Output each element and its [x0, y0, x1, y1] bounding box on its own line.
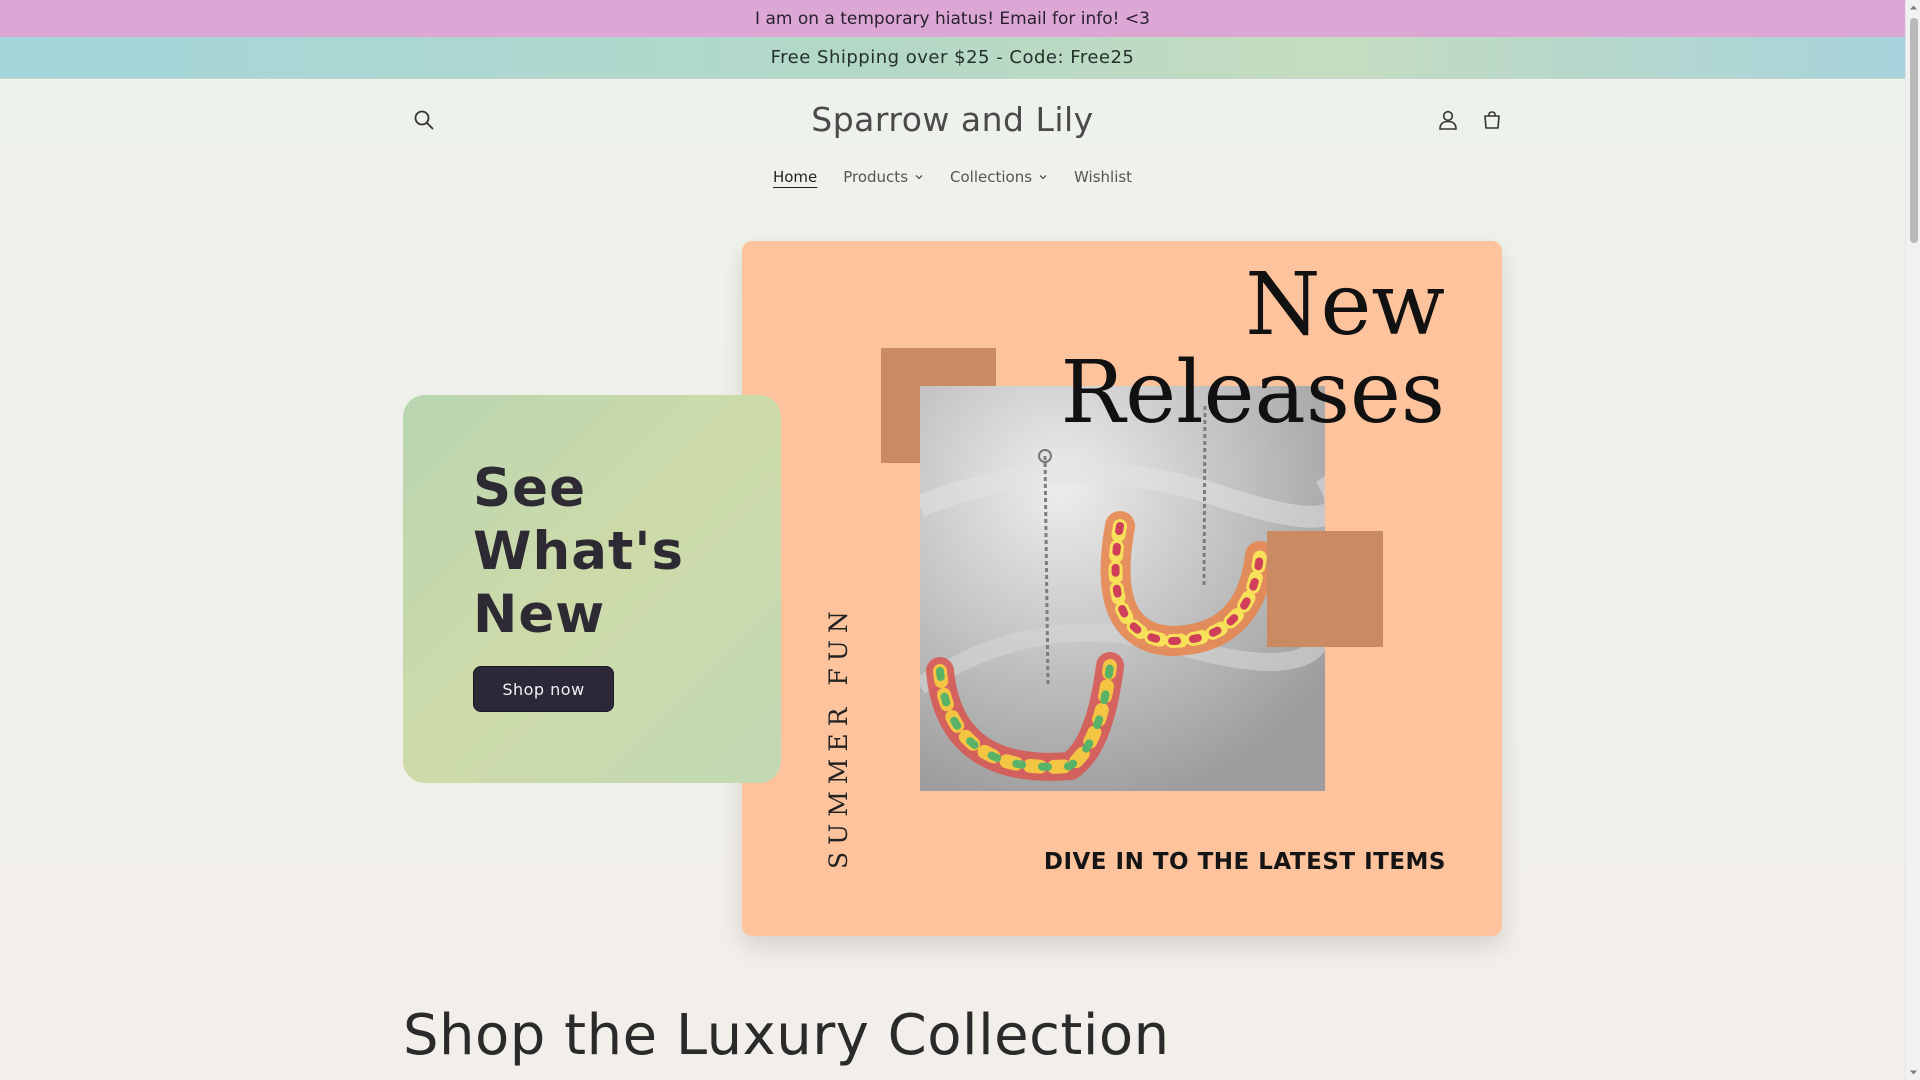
promo-title-line1: New: [1245, 255, 1445, 355]
announcement-text: I am on a temporary hiatus! Email for in…: [755, 8, 1150, 29]
nav-label-collections: Collections: [950, 168, 1033, 186]
announcement-bar-top: I am on a temporary hiatus! Email for in…: [0, 0, 1905, 37]
nav-label-wishlist: Wishlist: [1074, 168, 1133, 186]
account-icon[interactable]: [1432, 104, 1464, 136]
scroll-down-icon[interactable]: [1909, 1068, 1918, 1077]
promo-title: New Releases: [1061, 261, 1445, 437]
shipping-text: Free Shipping over $25 - Code: Free25: [770, 47, 1135, 68]
nav-item-wishlist[interactable]: Wishlist: [1072, 162, 1134, 192]
scroll-thumb[interactable]: [1910, 18, 1918, 243]
cart-icon[interactable]: [1476, 104, 1508, 136]
site-logo[interactable]: Sparrow and Lily: [400, 100, 1505, 139]
section-title: Shop the Luxury Collection: [403, 1003, 1170, 1068]
promo-vertical-text: SUMMER FUN: [824, 604, 853, 869]
promo-title-line2: Releases: [1060, 343, 1445, 443]
hero-card: See What's New Shop now: [403, 395, 781, 783]
promo-subtitle: DIVE IN TO THE LATEST ITEMS: [1043, 849, 1446, 875]
nav-item-collections[interactable]: Collections: [948, 162, 1050, 192]
announcement-bar-shipping: Free Shipping over $25 - Code: Free25: [0, 37, 1905, 79]
site-header: Sparrow and Lily: [400, 90, 1505, 150]
earrings-photo: [920, 386, 1325, 791]
chevron-down-icon: [915, 175, 923, 180]
earrings-illustration: [920, 386, 1325, 791]
nav-label-products: Products: [843, 168, 909, 186]
shop-now-button[interactable]: Shop now: [473, 666, 614, 712]
new-releases-banner[interactable]: New Releases SUMMER FUN DIVE IN TO THE L…: [742, 241, 1502, 936]
page-scrollbar[interactable]: [1905, 0, 1920, 1080]
nav-item-products[interactable]: Products: [841, 162, 926, 192]
chevron-down-icon: [1039, 175, 1047, 180]
nav-label-home: Home: [772, 168, 818, 186]
main-nav: Home Products Collections Wishlist: [0, 162, 1905, 192]
hero-heading: See What's New: [473, 458, 685, 645]
decor-square: [1267, 531, 1383, 647]
scroll-up-icon[interactable]: [1909, 3, 1918, 12]
nav-item-home[interactable]: Home: [771, 162, 819, 192]
